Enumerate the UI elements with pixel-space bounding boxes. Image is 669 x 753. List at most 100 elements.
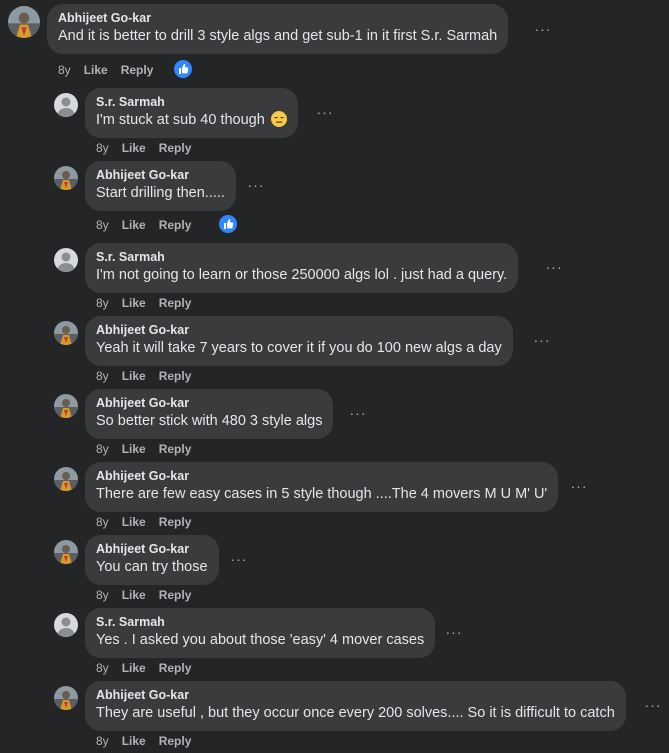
comment-author[interactable]: Abhijeet Go-kar <box>96 167 225 184</box>
avatar[interactable] <box>54 540 78 564</box>
comment-text: You can try those <box>96 559 208 575</box>
comment-text: There are few easy cases in 5 style thou… <box>96 486 548 502</box>
comment-author[interactable]: Abhijeet Go-kar <box>96 322 502 339</box>
expressionless-face-icon <box>270 111 287 127</box>
comment-author[interactable]: Abhijeet Go-kar <box>96 541 208 558</box>
comment-actions: 8y Like Reply <box>96 442 204 456</box>
comment-author[interactable]: Abhijeet Go-kar <box>96 687 615 704</box>
comment-age[interactable]: 8y <box>96 588 109 602</box>
reply-button[interactable]: Reply <box>159 588 192 602</box>
more-options-icon[interactable]: ··· <box>643 698 663 712</box>
comment: Abhijeet Go-kar And it is better to dril… <box>0 0 669 80</box>
reply-comment: Abhijeet Go-kar There are few easy cases… <box>0 460 669 532</box>
like-button[interactable]: Like <box>122 296 146 310</box>
comment-text: I'm not going to learn or those 250000 a… <box>96 267 508 283</box>
more-options-icon[interactable]: ··· <box>569 479 589 493</box>
profile-photo-icon <box>54 467 78 491</box>
reply-button[interactable]: Reply <box>159 369 192 383</box>
reply-comment: Abhijeet Go-kar They are useful , but th… <box>0 679 669 753</box>
comment-text: So better stick with 480 3 style algs <box>96 413 323 429</box>
more-options-icon[interactable]: ··· <box>348 406 368 420</box>
reply-button[interactable]: Reply <box>159 661 192 675</box>
reply-comment: Abhijeet Go-kar Start drilling then.....… <box>0 159 669 237</box>
default-profile-icon <box>54 613 78 637</box>
reply-button[interactable]: Reply <box>159 734 192 748</box>
reply-comment: Abhijeet Go-kar You can try those ··· 8y… <box>0 533 669 605</box>
reply-comment: Abhijeet Go-kar Yeah it will take 7 year… <box>0 314 669 386</box>
reply-button[interactable]: Reply <box>159 442 192 456</box>
comment-actions: 8y Like Reply <box>96 734 204 748</box>
comment-bubble: Abhijeet Go-kar And it is better to dril… <box>47 4 509 54</box>
comment-age[interactable]: 8y <box>96 734 109 748</box>
avatar[interactable] <box>54 467 78 491</box>
comment-author[interactable]: Abhijeet Go-kar <box>58 10 497 27</box>
like-button[interactable]: Like <box>122 369 146 383</box>
like-button[interactable]: Like <box>122 588 146 602</box>
more-options-icon[interactable]: ··· <box>246 178 266 192</box>
comment-text: And it is better to drill 3 style algs a… <box>58 28 498 44</box>
comment-actions: 8y Like Reply <box>96 218 204 232</box>
comment-age[interactable]: 8y <box>96 442 109 456</box>
more-options-icon[interactable]: ··· <box>532 333 552 347</box>
comment-age[interactable]: 8y <box>96 515 109 529</box>
comment-bubble: Abhijeet Go-kar There are few easy cases… <box>85 462 559 512</box>
comment-text: Yes . I asked you about those 'easy' 4 m… <box>96 632 425 648</box>
comment-actions: 8y Like Reply <box>96 515 204 529</box>
comment-author[interactable]: Abhijeet Go-kar <box>96 395 322 412</box>
default-profile-icon <box>54 248 78 272</box>
profile-photo-icon <box>54 166 78 190</box>
more-options-icon[interactable]: ··· <box>315 105 335 119</box>
comment-age[interactable]: 8y <box>96 369 109 383</box>
more-options-icon[interactable]: ··· <box>533 22 553 36</box>
avatar[interactable] <box>8 6 40 38</box>
more-options-icon[interactable]: ··· <box>229 552 249 566</box>
comment-bubble: S.r. Sarmah I'm stuck at sub 40 though <box>85 88 298 138</box>
more-options-icon[interactable]: ··· <box>544 260 564 274</box>
profile-photo-icon <box>54 321 78 345</box>
avatar[interactable] <box>54 613 78 637</box>
avatar[interactable] <box>54 321 78 345</box>
reply-comment: S.r. Sarmah Yes . I asked you about thos… <box>0 606 669 678</box>
reply-button[interactable]: Reply <box>159 141 192 155</box>
comment-author[interactable]: Abhijeet Go-kar <box>96 468 547 485</box>
avatar[interactable] <box>54 686 78 710</box>
avatar[interactable] <box>54 166 78 190</box>
reply-button[interactable]: Reply <box>159 218 192 232</box>
like-button[interactable]: Like <box>122 734 146 748</box>
reply-comment: S.r. Sarmah I'm stuck at sub 40 though ·… <box>0 86 669 158</box>
profile-photo-icon <box>54 394 78 418</box>
like-reaction-icon[interactable] <box>217 213 239 235</box>
avatar[interactable] <box>54 93 78 117</box>
comment-author[interactable]: S.r. Sarmah <box>96 249 507 266</box>
reply-comment: S.r. Sarmah I'm not going to learn or th… <box>0 241 669 313</box>
comment-bubble: S.r. Sarmah I'm not going to learn or th… <box>85 243 519 293</box>
comment-author[interactable]: S.r. Sarmah <box>96 614 424 631</box>
comment-actions: 8y Like Reply <box>96 588 204 602</box>
like-button[interactable]: Like <box>122 218 146 232</box>
like-reaction-icon[interactable] <box>172 58 194 80</box>
reply-button[interactable]: Reply <box>121 63 154 77</box>
comment-age[interactable]: 8y <box>96 218 109 232</box>
reply-button[interactable]: Reply <box>159 515 192 529</box>
comment-actions: 8y Like Reply <box>96 296 204 310</box>
like-button[interactable]: Like <box>122 442 146 456</box>
reply-button[interactable]: Reply <box>159 296 192 310</box>
profile-photo-icon <box>8 6 40 38</box>
comment-actions: 8y Like Reply <box>96 369 204 383</box>
more-options-icon[interactable]: ··· <box>444 625 464 639</box>
comment-bubble: Abhijeet Go-kar So better stick with 480… <box>85 389 334 439</box>
comment-age[interactable]: 8y <box>58 63 71 77</box>
like-button[interactable]: Like <box>122 141 146 155</box>
comment-bubble: S.r. Sarmah Yes . I asked you about thos… <box>85 608 436 658</box>
like-button[interactable]: Like <box>84 63 108 77</box>
comment-author[interactable]: S.r. Sarmah <box>96 94 287 111</box>
comment-age[interactable]: 8y <box>96 141 109 155</box>
avatar[interactable] <box>54 394 78 418</box>
like-button[interactable]: Like <box>122 515 146 529</box>
like-button[interactable]: Like <box>122 661 146 675</box>
profile-photo-icon <box>54 686 78 710</box>
avatar[interactable] <box>54 248 78 272</box>
comment-age[interactable]: 8y <box>96 661 109 675</box>
comment-age[interactable]: 8y <box>96 296 109 310</box>
reply-comment: Abhijeet Go-kar So better stick with 480… <box>0 387 669 459</box>
